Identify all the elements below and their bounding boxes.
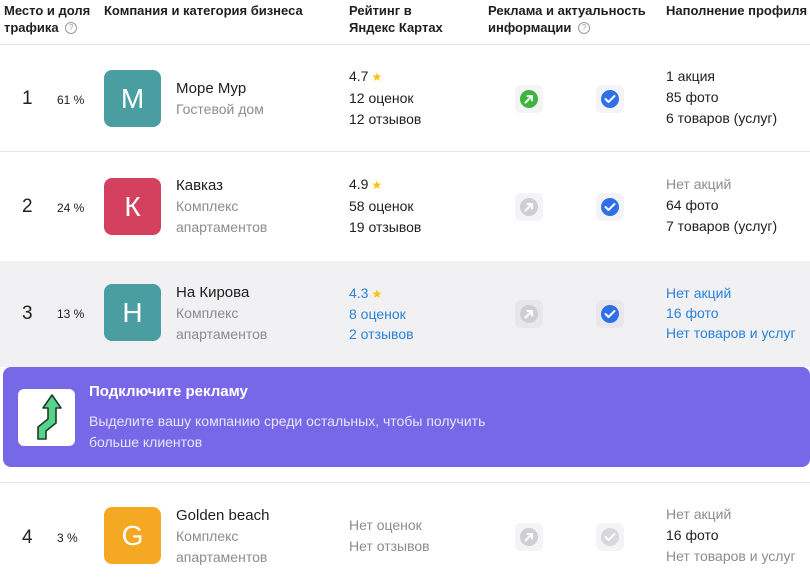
ratings-count: 58 оценок xyxy=(349,198,414,214)
table-row[interactable]: 2 24 % К Кавказ Комплекс апартаментов 4.… xyxy=(0,151,810,261)
promo-title: Подключите рекламу xyxy=(89,383,248,400)
goods-link[interactable]: Нет товаров и услуг xyxy=(666,323,796,343)
unverified-icon[interactable] xyxy=(596,523,624,551)
table-row[interactable]: 4 3 % G Golden beach Комплекс апартамент… xyxy=(0,482,810,581)
growth-arrow-icon xyxy=(18,389,75,446)
profile-fill: Нет акций 64 фото 7 товаров (услуг) xyxy=(666,174,777,237)
table-row[interactable]: 3 13 % Н На Кирова Комплекс апартаментов… xyxy=(0,261,810,367)
no-reviews: Нет отзывов xyxy=(349,538,430,554)
promos-link[interactable]: Нет акций xyxy=(666,283,796,303)
promos-count: Нет акций xyxy=(666,176,732,192)
rating-value: 4.9 xyxy=(349,176,369,192)
header-profile: Наполнение профиля xyxy=(666,3,808,18)
header-ads: Реклама и актуальность информации ? xyxy=(488,2,648,36)
company-category: Комплекс апартаментов xyxy=(176,305,268,342)
rating-block: 4.9 ★ 58 оценок 19 отзывов xyxy=(349,174,421,238)
goods-count: 6 товаров (услуг) xyxy=(666,110,778,126)
ads-status-icon[interactable] xyxy=(515,85,543,113)
avatar[interactable]: К xyxy=(104,178,161,235)
ratings-count: 12 оценок xyxy=(349,90,414,106)
reviews-count: 12 отзывов xyxy=(349,111,422,127)
header-ads-label: Реклама и актуальность информации xyxy=(488,3,646,35)
rating-block: 4.7 ★ 12 оценок 12 отзывов xyxy=(349,66,421,130)
company-name[interactable]: Море Мур xyxy=(176,80,246,97)
place-number: 4 xyxy=(22,527,33,548)
rating-block: Нет оценок Нет отзывов xyxy=(349,515,430,557)
profile-fill: Нет акций 16 фото Нет товаров и услуг xyxy=(666,504,796,567)
avatar[interactable]: Н xyxy=(104,284,161,341)
avatar[interactable]: М xyxy=(104,70,161,127)
ads-inactive-icon[interactable] xyxy=(515,300,543,328)
table-header: Место и доля трафика ? Компания и катего… xyxy=(0,0,810,46)
header-company: Компания и категория бизнеса xyxy=(104,3,303,18)
photos-link[interactable]: 16 фото xyxy=(666,303,796,323)
ad-promo-banner[interactable]: Подключите рекламу Выделите вашу компани… xyxy=(3,367,810,467)
traffic-share: 3 % xyxy=(57,531,78,545)
photos-count: 85 фото xyxy=(666,89,719,105)
table-row[interactable]: 1 61 % М Море Мур Гостевой дом 4.7 ★ 12 о… xyxy=(0,44,810,152)
verified-icon[interactable] xyxy=(596,193,624,221)
help-icon[interactable]: ? xyxy=(65,21,78,34)
verified-icon[interactable] xyxy=(596,300,624,328)
profile-fill[interactable]: Нет акций 16 фото Нет товаров и услуг xyxy=(666,283,796,343)
company-category: Комплекс апартаментов xyxy=(176,198,268,235)
avatar[interactable]: G xyxy=(104,507,161,564)
reviews-count[interactable]: 2 отзывов xyxy=(349,324,414,344)
rating-block[interactable]: 4.3 ★ 8 оценок 2 отзывов xyxy=(349,283,414,344)
profile-fill: 1 акция 85 фото 6 товаров (услуг) xyxy=(666,66,777,129)
promos-count: 1 акция xyxy=(666,68,716,84)
traffic-share: 13 % xyxy=(57,307,85,321)
verified-icon[interactable] xyxy=(596,85,624,113)
promo-text: Выделите вашу компанию среди остальных, … xyxy=(89,413,486,450)
no-ratings: Нет оценок xyxy=(349,517,422,533)
place-number: 1 xyxy=(22,88,33,109)
goods-count: 7 товаров (услуг) xyxy=(666,218,778,234)
company-category: Комплекс апартаментов xyxy=(176,528,268,565)
star-icon: ★ xyxy=(371,178,383,192)
goods-count: Нет товаров и услуг xyxy=(666,548,796,564)
photos-count: 64 фото xyxy=(666,197,719,213)
company-name[interactable]: На Кирова xyxy=(176,284,249,301)
photos-count: 16 фото xyxy=(666,527,719,543)
ratings-count[interactable]: 8 оценок xyxy=(349,304,414,324)
reviews-count: 19 отзывов xyxy=(349,219,422,235)
star-icon: ★ xyxy=(371,70,383,84)
place-number: 2 xyxy=(22,196,33,217)
place-number: 3 xyxy=(22,303,33,324)
company-category: Гостевой дом xyxy=(176,101,264,117)
traffic-share: 24 % xyxy=(57,201,85,215)
ads-inactive-icon[interactable] xyxy=(515,193,543,221)
promos-count: Нет акций xyxy=(666,506,732,522)
company-name[interactable]: Кавказ xyxy=(176,177,223,194)
rating-value[interactable]: 4.3 xyxy=(349,285,368,301)
help-icon[interactable]: ? xyxy=(578,21,591,34)
rating-value: 4.7 xyxy=(349,68,369,84)
header-place-label: Место и доля трафика xyxy=(4,3,91,35)
traffic-share: 61 % xyxy=(57,93,85,107)
header-place-share: Место и доля трафика ? xyxy=(4,2,94,36)
company-name[interactable]: Golden beach xyxy=(176,507,269,524)
header-rating: Рейтинг в Яндекс Картах xyxy=(349,3,443,35)
star-icon: ★ xyxy=(371,287,383,301)
ads-inactive-icon[interactable] xyxy=(515,523,543,551)
